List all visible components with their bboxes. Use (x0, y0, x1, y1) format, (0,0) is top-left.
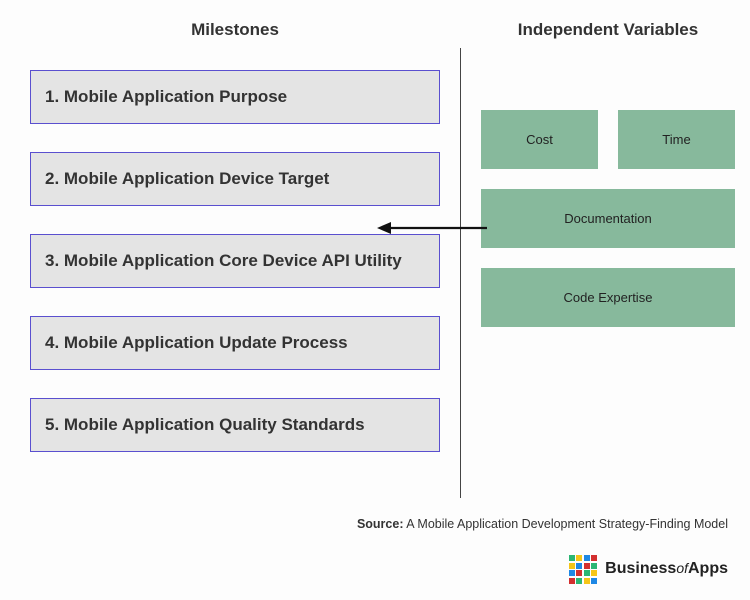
brand-pixel (576, 570, 582, 576)
milestones-heading: Milestones (30, 20, 440, 40)
milestones-column: Milestones 1. Mobile Application Purpose… (30, 20, 460, 498)
variable-box-time: Time (618, 110, 735, 169)
source-citation: Source: A Mobile Application Development… (357, 517, 728, 531)
brand-pixel (569, 563, 575, 569)
variables-row: Documentation (481, 189, 735, 248)
brand-pixel (591, 578, 597, 584)
milestone-item: 5. Mobile Application Quality Standards (30, 398, 440, 452)
variables-heading: Independent Variables (481, 20, 735, 40)
brand-pixel (584, 555, 590, 561)
milestone-item: 4. Mobile Application Update Process (30, 316, 440, 370)
milestone-item: 1. Mobile Application Purpose (30, 70, 440, 124)
brand-grid-icon (569, 555, 598, 584)
variables-row: Code Expertise (481, 268, 735, 327)
brand-post: Apps (688, 560, 728, 577)
brand-pixel (569, 578, 575, 584)
milestone-item: 2. Mobile Application Device Target (30, 152, 440, 206)
brand-pixel (584, 563, 590, 569)
brand-pixel (591, 555, 597, 561)
variables-column: Independent Variables Cost Time Document… (461, 20, 735, 498)
brand-text: BusinessofApps (605, 560, 728, 578)
variables-row: Cost Time (481, 110, 735, 169)
brand-pixel (569, 570, 575, 576)
brand-pixel (569, 555, 575, 561)
brand-pixel (576, 563, 582, 569)
variables-grid: Cost Time Documentation Code Expertise (481, 110, 735, 327)
variable-box-code-expertise: Code Expertise (481, 268, 735, 327)
source-label: Source: (357, 517, 404, 531)
brand-logo: BusinessofApps (569, 555, 728, 584)
brand-pixel (576, 555, 582, 561)
brand-pixel (584, 570, 590, 576)
source-text: A Mobile Application Development Strateg… (404, 517, 729, 531)
diagram-container: Milestones 1. Mobile Application Purpose… (0, 0, 750, 498)
variable-box-documentation: Documentation (481, 189, 735, 248)
brand-pixel (591, 563, 597, 569)
variable-box-cost: Cost (481, 110, 598, 169)
brand-pixel (576, 578, 582, 584)
brand-mid: of (676, 560, 688, 576)
brand-pre: Business (605, 560, 676, 577)
milestone-item: 3. Mobile Application Core Device API Ut… (30, 234, 440, 288)
brand-pixel (591, 570, 597, 576)
brand-pixel (584, 578, 590, 584)
